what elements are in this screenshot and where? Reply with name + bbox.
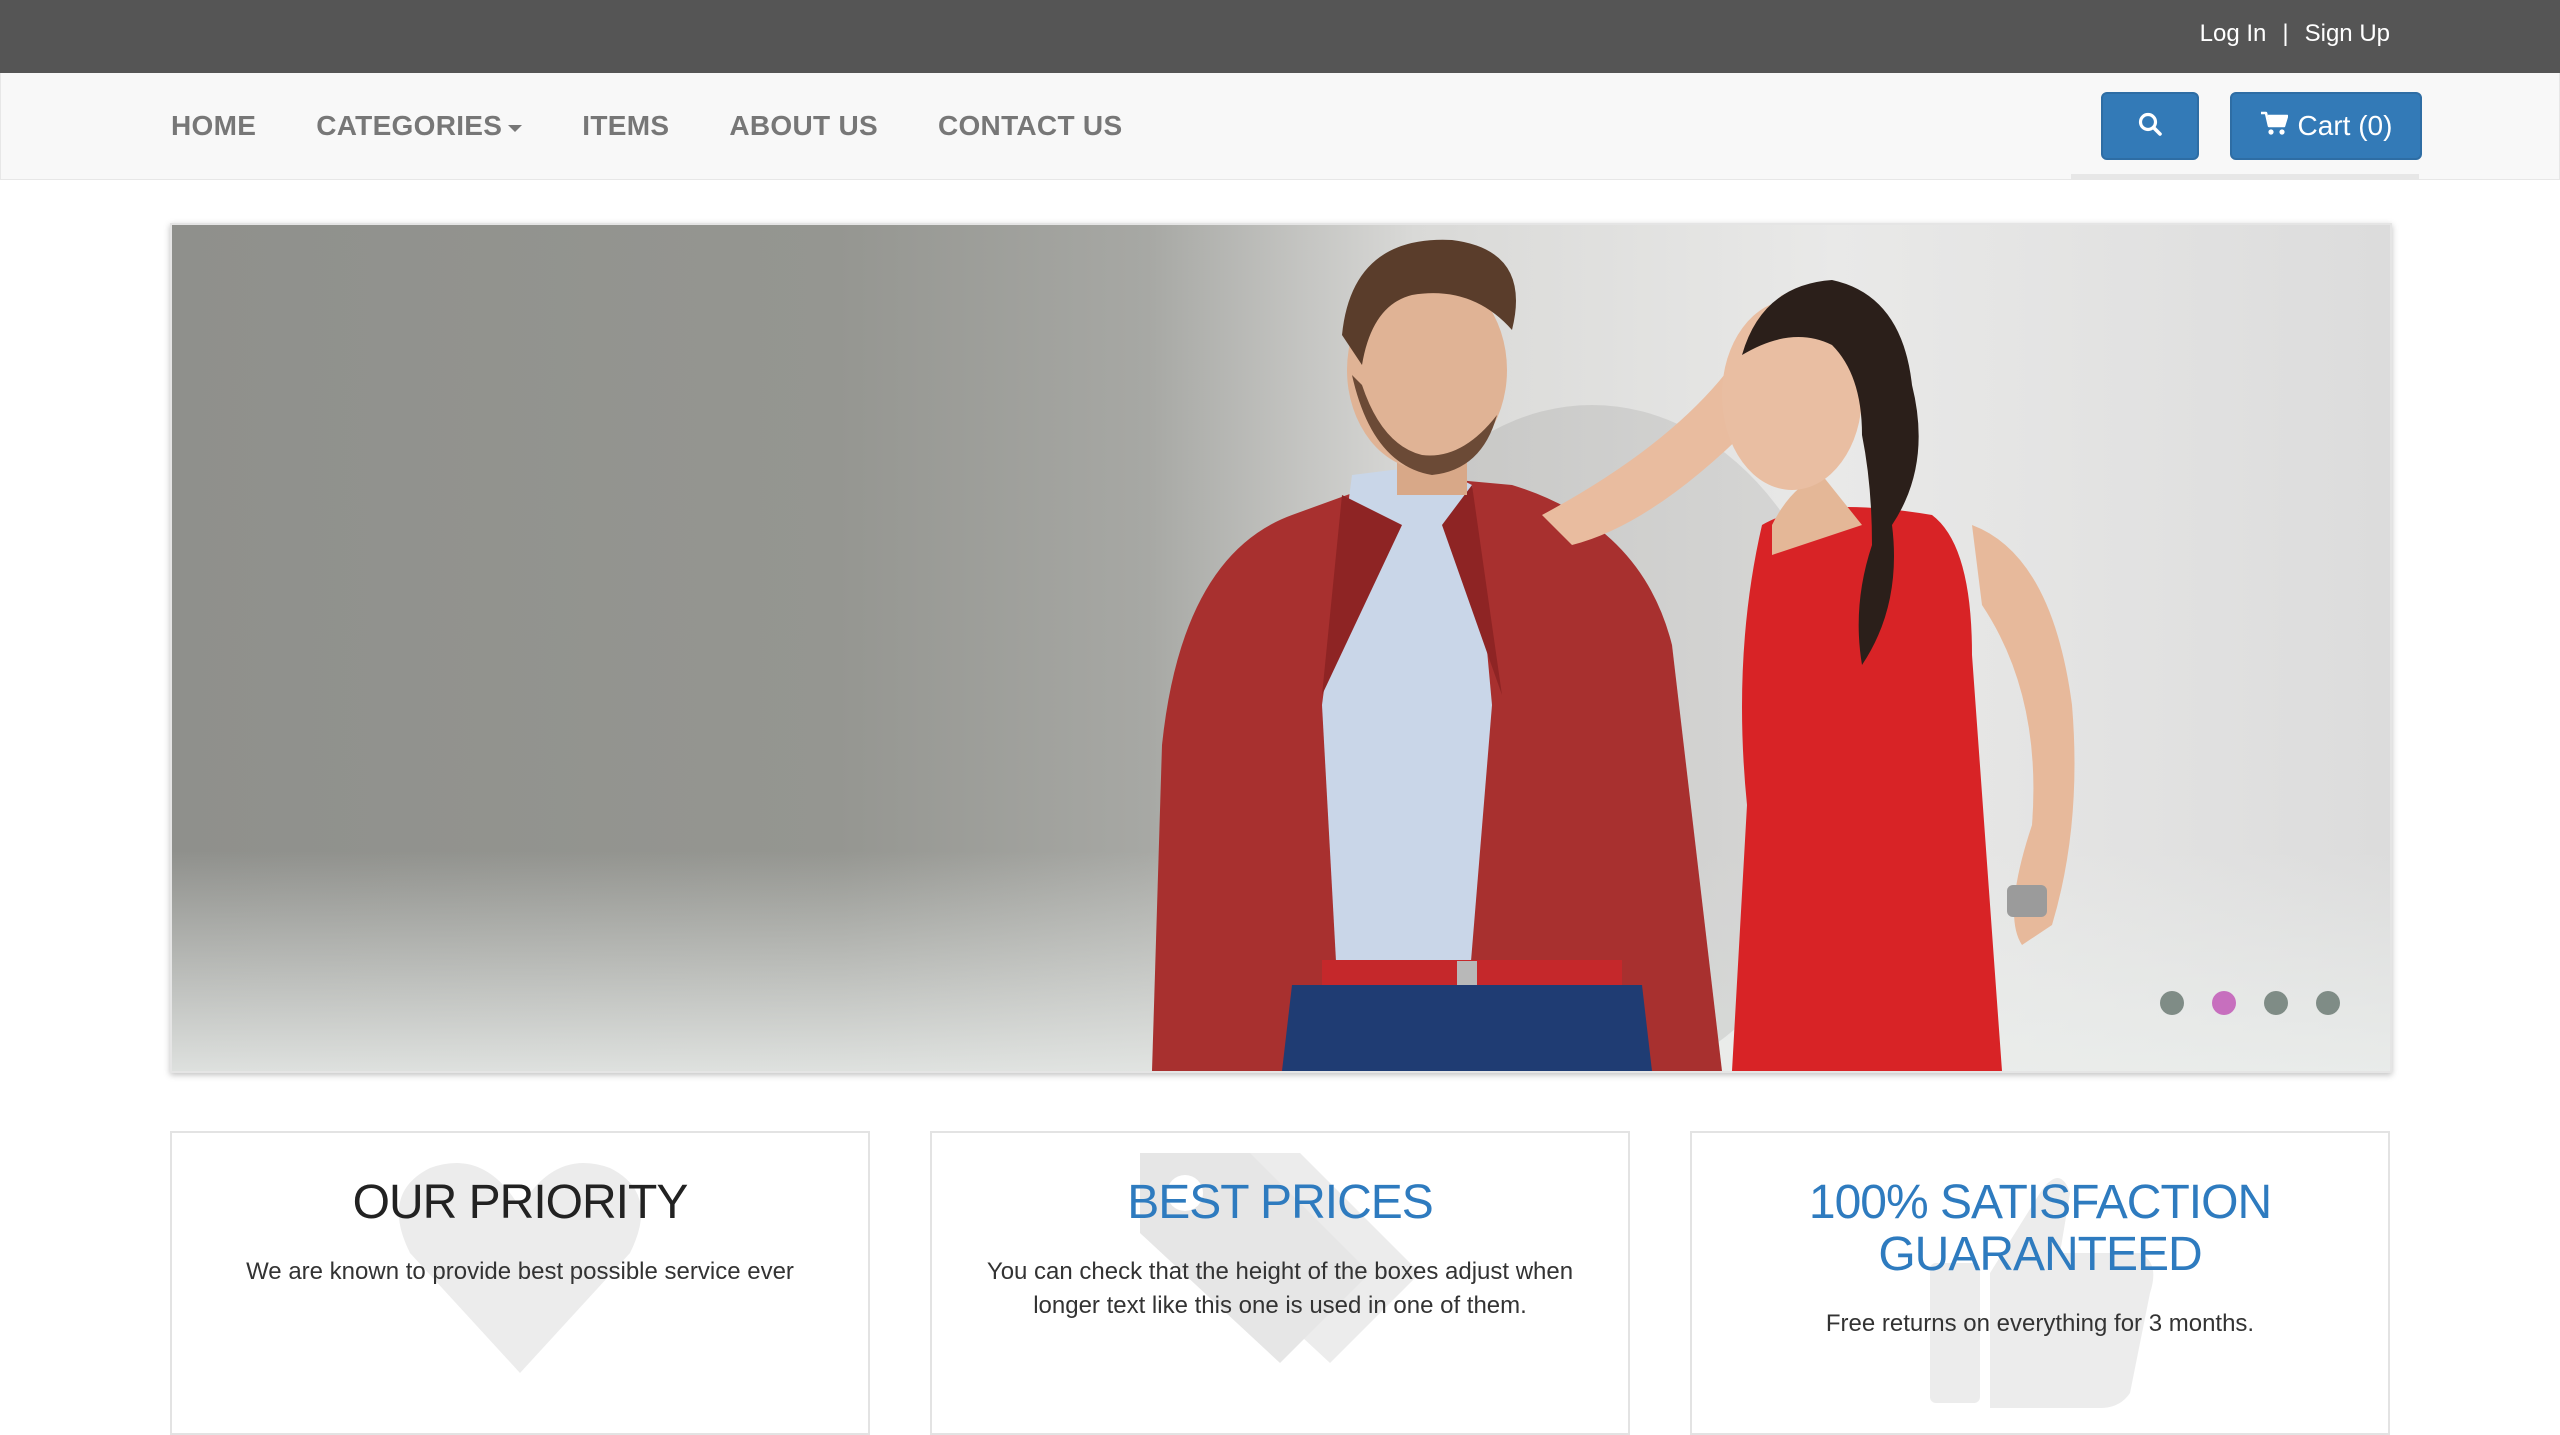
nav-item-label: CONTACT US	[937, 110, 1123, 141]
nav-item-home[interactable]: HOME	[171, 110, 256, 142]
cart-button[interactable]: Cart (0)	[2230, 92, 2422, 160]
feature-text: You can check that the height of the box…	[986, 1258, 1574, 1319]
signup-link[interactable]: Sign Up	[2305, 20, 2390, 48]
nav-item-items[interactable]: ITEMS	[582, 110, 669, 142]
main-navbar: HOME CATEGORIES ITEMS ABOUT US CONTACT U…	[0, 73, 2560, 180]
feature-box-satisfaction: 100% SATISFACTION GUARANTEED Free return…	[1690, 1131, 2390, 1435]
nav-item-contact-us[interactable]: CONTACT US	[938, 110, 1122, 142]
carousel-dot[interactable]	[2316, 991, 2340, 1015]
feature-title: BEST PRICES	[1127, 1176, 1434, 1229]
nav-item-label: ITEMS	[582, 110, 670, 141]
top-bar: Log In | Sign Up	[0, 0, 2560, 73]
auth-links: Log In | Sign Up	[2200, 20, 2390, 48]
carousel-dot-active[interactable]	[2212, 991, 2236, 1015]
cart-icon	[2260, 110, 2288, 143]
feature-box-prices: BEST PRICES You can check that the heigh…	[930, 1131, 1630, 1435]
nav-menu: HOME CATEGORIES ITEMS ABOUT US CONTACT U…	[171, 73, 1182, 179]
search-button[interactable]	[2101, 92, 2199, 160]
feature-text: Free returns on everything for 3 months.	[1825, 1310, 2255, 1337]
hero-carousel[interactable]	[170, 223, 2392, 1073]
feature-title: 100% SATISFACTION GUARANTEED	[1808, 1176, 2272, 1281]
navbar-divider	[2071, 174, 2419, 179]
feature-text: We are known to provide best possible se…	[246, 1258, 794, 1285]
nav-item-label: ABOUT US	[729, 110, 878, 141]
nav-item-categories[interactable]: CATEGORIES	[316, 110, 523, 142]
cart-label: Cart (0)	[2297, 110, 2393, 141]
login-link[interactable]: Log In	[2200, 20, 2267, 48]
feature-box-priority: OUR PRIORITY We are known to provide bes…	[170, 1131, 870, 1435]
search-icon	[2137, 111, 2163, 142]
carousel-dot[interactable]	[2264, 991, 2288, 1015]
auth-separator: |	[2282, 20, 2289, 47]
caret-down-icon	[508, 124, 523, 132]
carousel-dot[interactable]	[2160, 991, 2184, 1015]
nav-item-label: HOME	[171, 110, 257, 141]
nav-item-about-us[interactable]: ABOUT US	[729, 110, 878, 142]
carousel-indicators	[2160, 991, 2340, 1015]
nav-item-label: CATEGORIES	[316, 110, 503, 141]
hero-image	[1152, 239, 2075, 1071]
feature-title: OUR PRIORITY	[352, 1176, 689, 1229]
